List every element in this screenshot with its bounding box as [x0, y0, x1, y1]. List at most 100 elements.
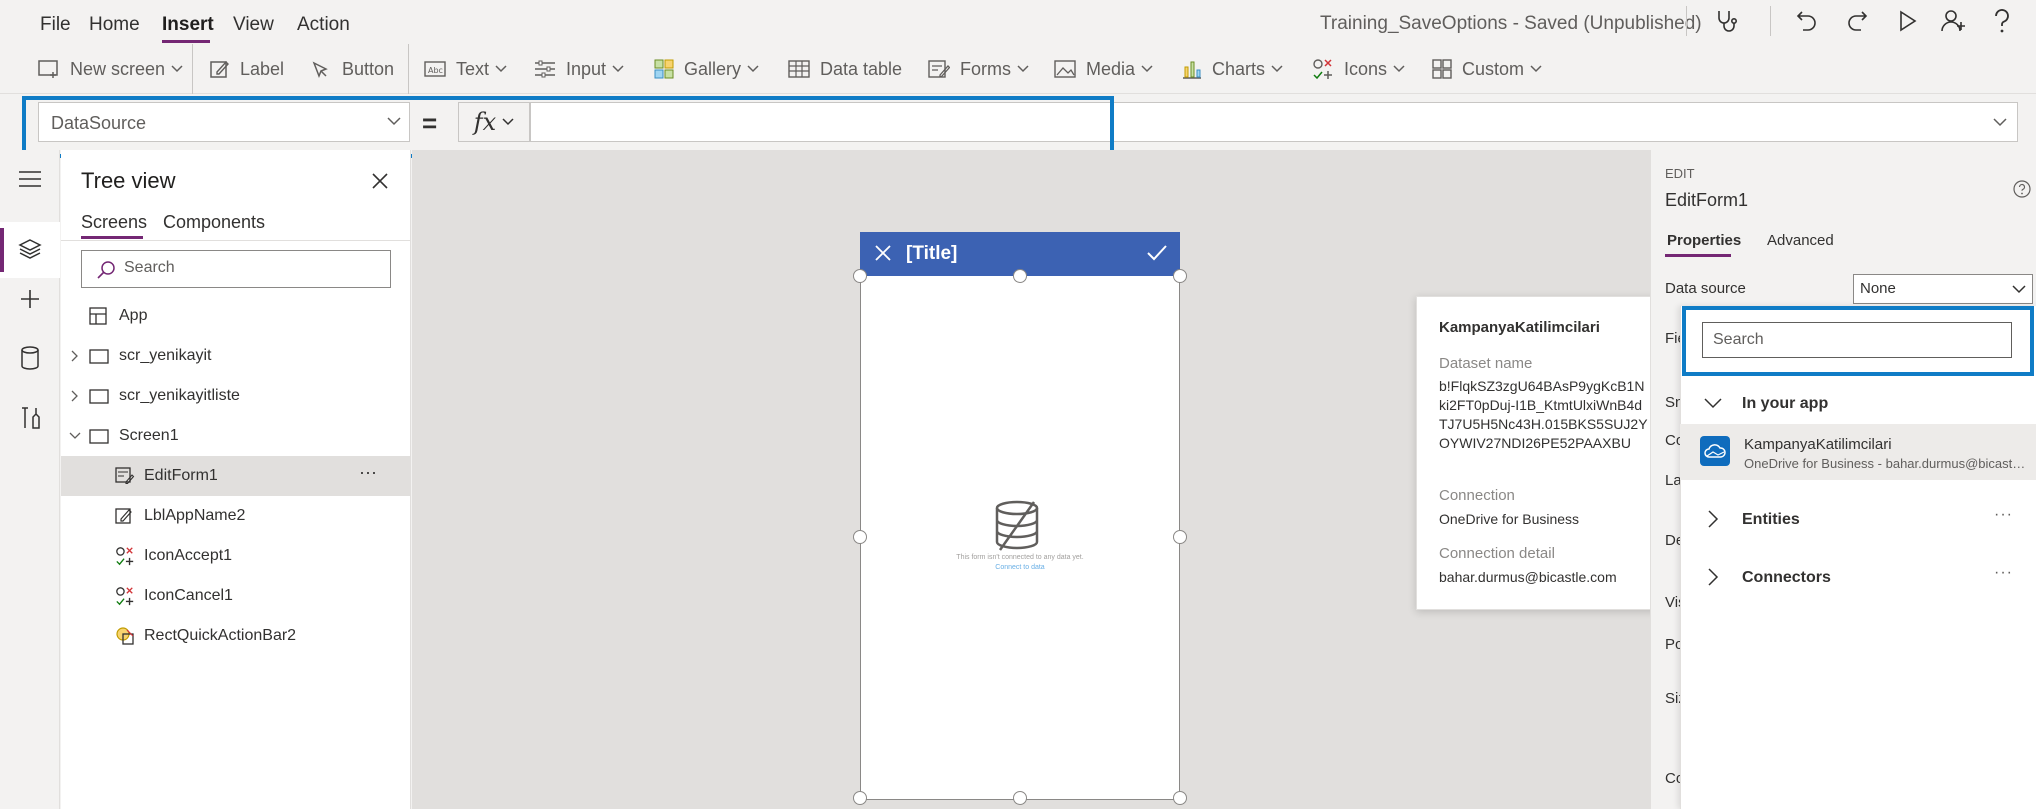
section-label: Entities	[1742, 511, 1800, 528]
label-edit-icon	[210, 60, 229, 78]
forms-button[interactable]: Forms	[928, 56, 1039, 82]
input-sliders-icon	[535, 60, 555, 78]
tree-item-lblappname2[interactable]: LblAppName2	[61, 496, 410, 536]
chevron-down-icon	[2012, 285, 2026, 294]
gallery-button[interactable]: Gallery	[654, 56, 769, 82]
divider	[61, 240, 411, 241]
tree-item-label: IconCancel1	[144, 587, 233, 604]
play-preview-icon[interactable]	[1894, 8, 1920, 34]
media-label: Media	[1086, 58, 1136, 79]
icons-button[interactable]: Icons	[1312, 56, 1415, 82]
help-icon[interactable]	[1992, 8, 2012, 34]
table-icon	[788, 60, 810, 78]
tree-item-label: App	[119, 307, 148, 324]
screen-icon	[89, 429, 109, 444]
new-screen-button[interactable]: New screen	[38, 56, 193, 82]
connect-to-data-link[interactable]: Connect to data	[940, 564, 1100, 571]
tree-item-scr-yenikayit[interactable]: scr_yenikayit	[61, 336, 410, 376]
tab-active-underline	[81, 236, 143, 239]
resize-handle[interactable]	[1173, 530, 1187, 544]
chevron-down-icon[interactable]	[69, 432, 81, 440]
insert-ribbon: New screen Label Button Abc Text Input G…	[0, 44, 2036, 94]
more-options-icon[interactable]: ···	[1994, 506, 2013, 524]
tools-icon[interactable]	[20, 406, 42, 430]
text-label: Text	[456, 58, 490, 79]
close-icon[interactable]	[874, 244, 892, 262]
divider	[1770, 6, 1771, 36]
section-in-your-app[interactable]: In your app	[1680, 386, 2036, 422]
menu-home[interactable]: Home	[89, 14, 140, 36]
dataset-name-label: Dataset name	[1439, 355, 1533, 372]
plus-icon[interactable]	[19, 288, 41, 310]
text-box-icon: Abc	[424, 61, 446, 77]
chevron-right-icon[interactable]	[71, 350, 79, 362]
share-user-icon[interactable]	[1940, 8, 1968, 34]
tree-item-editform1[interactable]: EditForm1 ···	[61, 456, 410, 496]
resize-handle[interactable]	[1173, 791, 1187, 805]
selected-control-name: EditForm1	[1665, 190, 1749, 210]
help-icon[interactable]	[2013, 180, 2031, 198]
tree-item-iconaccept1[interactable]: IconAccept1	[61, 536, 410, 576]
text-button[interactable]: Abc Text	[424, 56, 517, 82]
app-save-status: Training_SaveOptions - Saved (Unpublishe…	[1320, 13, 1702, 34]
section-entities[interactable]: Entities ···	[1680, 502, 2036, 538]
chevron-right-icon[interactable]	[71, 390, 79, 402]
data-source-dropdown[interactable]: None	[1853, 274, 2033, 304]
resize-handle[interactable]	[853, 530, 867, 544]
section-connectors[interactable]: Connectors ···	[1680, 560, 2036, 596]
close-icon[interactable]	[371, 172, 389, 190]
data-source-label: Data source	[1665, 280, 1746, 297]
menu-insert[interactable]: Insert	[162, 14, 214, 36]
redo-icon[interactable]	[1844, 8, 1870, 34]
tree-item-app[interactable]: App	[61, 296, 410, 336]
form-empty-message: This form isn't connected to any data ye…	[956, 554, 1084, 561]
tree-search-input[interactable]	[124, 259, 374, 277]
datasource-item-name: KampanyaKatilimcilari	[1744, 436, 1892, 453]
data-table-button[interactable]: Data table	[788, 56, 902, 82]
tree-search-box[interactable]	[81, 250, 391, 288]
media-button[interactable]: Media	[1054, 56, 1163, 82]
tree-item-rectquickactionbar2[interactable]: RectQuickActionBar2	[61, 616, 410, 656]
stethoscope-icon[interactable]	[1714, 8, 1740, 34]
tab-advanced[interactable]: Advanced	[1767, 232, 1834, 249]
icons-set-icon	[116, 587, 134, 606]
database-icon[interactable]	[20, 346, 40, 370]
resize-handle[interactable]	[1013, 269, 1027, 283]
datasource-item-kampanyakatilimcilari[interactable]: KampanyaKatilimcilari OneDrive for Busin…	[1680, 424, 2036, 480]
menu-view[interactable]: View	[233, 14, 274, 36]
chevron-down-icon	[1704, 398, 1722, 409]
highlight-box	[1682, 306, 2034, 376]
charts-button[interactable]: Charts	[1182, 56, 1293, 82]
label-button[interactable]: Label	[210, 56, 284, 82]
search-icon	[97, 261, 115, 279]
tree-item-iconcancel1[interactable]: IconCancel1	[61, 576, 410, 616]
more-options-icon[interactable]: ···	[1994, 564, 2013, 582]
undo-icon[interactable]	[1794, 8, 1820, 34]
divider	[408, 44, 409, 94]
data-source-flyout	[1680, 306, 2036, 809]
resize-handle[interactable]	[1173, 269, 1187, 283]
tab-properties[interactable]: Properties	[1667, 232, 1741, 249]
checkmark-icon[interactable]	[1146, 244, 1168, 262]
tab-components[interactable]: Components	[163, 212, 265, 233]
resize-handle[interactable]	[853, 269, 867, 283]
more-options-icon[interactable]: ···	[359, 462, 377, 483]
hamburger-icon[interactable]	[18, 170, 42, 188]
left-rail	[0, 150, 60, 809]
button-button[interactable]: Button	[310, 56, 394, 82]
tree-item-scr-yenikayitliste[interactable]: scr_yenikayitliste	[61, 376, 410, 416]
custom-button[interactable]: Custom	[1432, 56, 1552, 82]
resize-handle[interactable]	[853, 791, 867, 805]
highlight-box	[22, 96, 1114, 158]
tab-screens[interactable]: Screens	[81, 212, 147, 233]
svg-text:Abc: Abc	[428, 66, 443, 75]
input-button[interactable]: Input	[534, 56, 634, 82]
menu-file[interactable]: File	[40, 14, 71, 36]
forms-icon	[928, 60, 950, 78]
tree-item-screen1[interactable]: Screen1	[61, 416, 410, 456]
resize-handle[interactable]	[1013, 791, 1027, 805]
tree-item-label: scr_yenikayitliste	[119, 387, 240, 404]
layers-icon[interactable]	[18, 238, 42, 260]
menu-action[interactable]: Action	[297, 14, 350, 36]
chevron-down-icon[interactable]	[1993, 118, 2007, 127]
